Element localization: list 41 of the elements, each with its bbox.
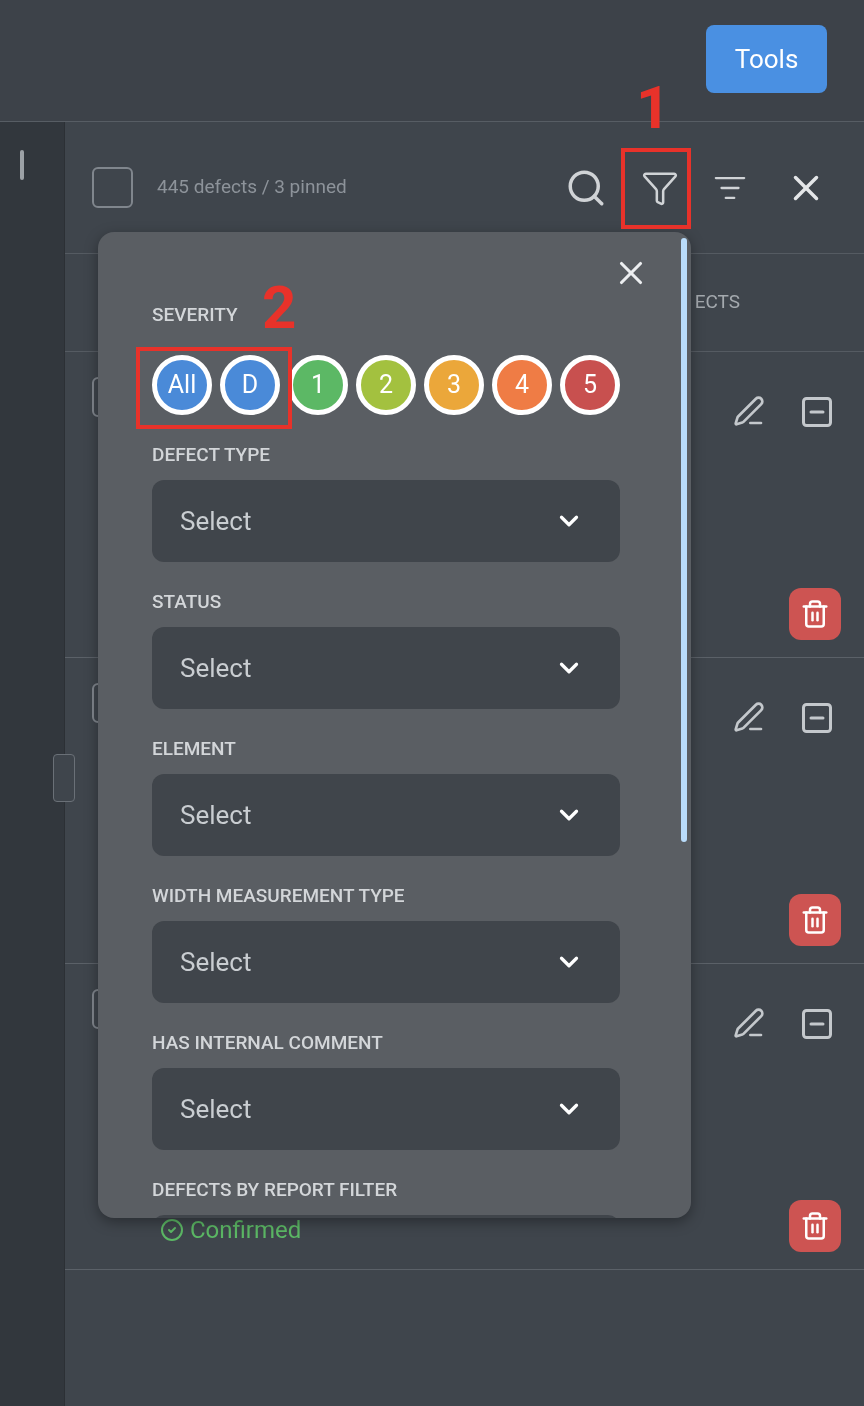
severity-chip[interactable]: 4	[492, 355, 552, 415]
select-field[interactable]: Select	[152, 480, 620, 562]
delete-button[interactable]	[789, 894, 841, 946]
trash-icon	[800, 599, 830, 629]
resize-handle[interactable]	[53, 754, 75, 802]
select-field[interactable]: Select	[152, 1068, 620, 1150]
edit-icon[interactable]	[733, 395, 765, 427]
collapse-icon[interactable]	[799, 394, 835, 430]
filter-label: STATUS	[152, 592, 222, 611]
severity-chip[interactable]: All	[152, 355, 212, 415]
select-field[interactable]: Select	[152, 627, 620, 709]
check-circle-icon	[160, 1218, 184, 1242]
severity-chip[interactable]: 5	[560, 355, 620, 415]
filter-label: ELEMENT	[152, 739, 236, 758]
severity-chip[interactable]: D	[220, 355, 280, 415]
filter-label: DEFECTS BY REPORT FILTER	[152, 1180, 398, 1199]
collapse-icon[interactable]	[799, 700, 835, 736]
scrollbar-thumb[interactable]	[681, 238, 687, 842]
defect-count: 445 defects / 3 pinned	[157, 174, 347, 201]
status-text: Confirmed	[190, 1215, 302, 1246]
trash-icon	[800, 1211, 830, 1241]
collapse-icon[interactable]	[799, 1006, 835, 1042]
column-header: ECTS	[694, 289, 740, 316]
severity-chip[interactable]: 3	[424, 355, 484, 415]
select-field[interactable]: Select	[152, 921, 620, 1003]
trash-icon	[800, 905, 830, 935]
edit-icon[interactable]	[733, 1007, 765, 1039]
edit-icon[interactable]	[733, 701, 765, 733]
filter-label: SEVERITY	[152, 305, 238, 324]
delete-button[interactable]	[789, 1200, 841, 1252]
select-all-checkbox[interactable]	[92, 167, 133, 208]
rail-marker	[20, 150, 24, 180]
tools-button[interactable]: Tools	[706, 25, 827, 93]
filter-label: DEFECT TYPE	[152, 445, 271, 464]
severity-chip[interactable]: 2	[356, 355, 416, 415]
delete-button[interactable]	[789, 588, 841, 640]
filter-label: WIDTH MEASUREMENT TYPE	[152, 886, 405, 905]
annotation-number: 1	[636, 78, 671, 138]
filter-label: HAS INTERNAL COMMENT	[152, 1033, 383, 1052]
annotation-number: 2	[262, 278, 297, 338]
select-field[interactable]: Select	[152, 774, 620, 856]
